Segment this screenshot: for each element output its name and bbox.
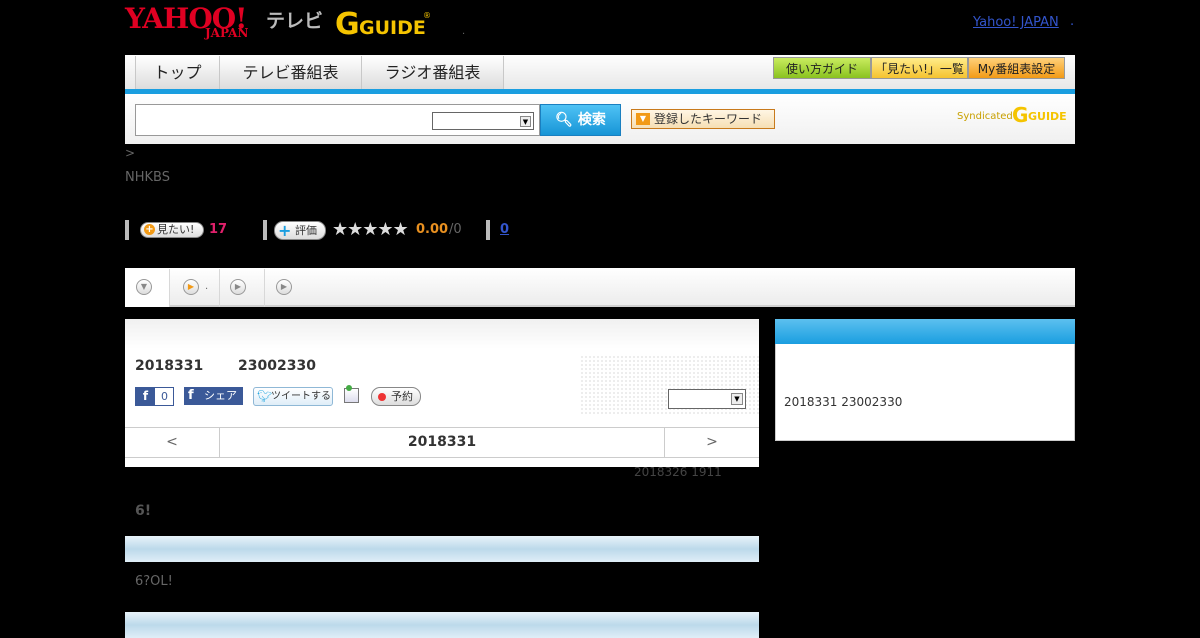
usage-guide-button[interactable]: 使い方ガイド <box>773 57 871 79</box>
tab-third[interactable]: ▶ <box>220 269 265 307</box>
nav-tab-top[interactable]: トップ <box>135 56 220 89</box>
plus-icon: + <box>144 224 155 235</box>
watchlist-button[interactable]: 「見たい!」一覧 <box>871 57 968 79</box>
chevron-down-icon: ▼ <box>731 393 743 405</box>
play-circle-icon: ▶ <box>230 279 246 295</box>
svg-text:G: G <box>335 7 360 40</box>
tab-fourth[interactable]: ▶ <box>265 269 310 307</box>
tab-second[interactable]: ▶ . <box>170 269 220 307</box>
next-date-button[interactable]: > <box>664 428 759 457</box>
tweet-label: ツイートする <box>271 391 331 402</box>
prev-date-button[interactable]: < <box>125 428 220 457</box>
related-info-header <box>775 319 1075 344</box>
triangle-down-icon: ▼ <box>636 113 650 125</box>
rating-stars: ★★★★★ <box>332 219 409 240</box>
tweet-button[interactable]: 🐦︎ ツイートする <box>253 387 333 406</box>
program-headline: 6! <box>135 503 152 519</box>
section-header-bar <box>125 612 759 638</box>
search-category-select[interactable]: ▼ <box>432 112 534 130</box>
svg-text:G: G <box>1012 103 1028 125</box>
header-link-dot: . <box>1070 14 1075 29</box>
rate-button[interactable]: + 評価 <box>274 221 326 240</box>
gguide-small-logo: G GUIDE <box>1012 103 1067 125</box>
plus-icon: + <box>278 221 292 240</box>
svg-text:GUIDE: GUIDE <box>1028 110 1067 123</box>
syndicated-label: Syndicated <box>957 111 1013 122</box>
rating-value: 0.00 <box>416 222 449 237</box>
facebook-icon: f <box>136 388 155 405</box>
record-dot-icon <box>378 393 386 401</box>
station-name: NHKBS <box>125 170 170 185</box>
play-circle-icon: ▶ <box>183 279 199 295</box>
calendar-add-icon[interactable] <box>344 385 359 403</box>
chevron-down-icon: ▼ <box>520 116 531 127</box>
record-reserve-button[interactable]: 予約 <box>371 387 421 406</box>
chevron-down-circle-icon: ▼ <box>136 279 152 295</box>
rating-count: /0 <box>449 222 462 237</box>
tab-dot: . <box>205 281 209 292</box>
yahoo-japan-logo-text: JAPAN <box>205 26 249 40</box>
stat-divider <box>263 220 267 240</box>
facebook-share-label: シェア <box>204 389 237 402</box>
play-circle-icon: ▶ <box>276 279 292 295</box>
stat-divider <box>486 220 490 240</box>
program-date: 2018331 <box>135 358 204 374</box>
facebook-like-button[interactable]: f 0 <box>135 387 174 406</box>
current-date: 2018331 <box>407 434 477 450</box>
yahoo-japan-link[interactable]: Yahoo! JAPAN <box>973 15 1059 30</box>
facebook-share-button[interactable]: f シェア <box>184 387 243 405</box>
stat-divider <box>125 220 129 240</box>
facebook-icon: f <box>188 388 194 403</box>
facebook-like-count: 0 <box>161 390 168 403</box>
breadcrumb[interactable]: > <box>125 146 135 160</box>
svg-text:®: ® <box>423 11 431 20</box>
my-listings-settings-button[interactable]: My番組表設定 <box>968 57 1065 79</box>
want-to-watch-label: 見たい! <box>157 223 195 236</box>
search-button[interactable]: 🔍︎ 検索 <box>540 104 621 136</box>
tab-details[interactable]: ▼ <box>125 269 170 307</box>
search-button-label: 検索 <box>577 112 606 128</box>
want-to-watch-count: 17 <box>209 222 228 237</box>
program-action-select[interactable]: ▼ <box>668 389 746 409</box>
rate-label: 評価 <box>295 224 317 237</box>
section-header-bar <box>125 536 759 562</box>
want-to-watch-button[interactable]: + 見たい! <box>140 222 204 238</box>
related-info-text: 2018331 23002330 <box>784 395 903 409</box>
tv-logo-text[interactable]: テレビ <box>266 6 323 33</box>
nav-tab-radio-listings[interactable]: ラジオ番組表 <box>362 56 504 89</box>
header-dot: . <box>462 26 466 37</box>
search-icon: 🔍︎ <box>555 112 573 128</box>
program-description: 6?OL! <box>135 574 173 589</box>
saved-keywords-button[interactable]: ▼ 登録したキーワード <box>631 109 775 129</box>
record-label: 予約 <box>391 390 413 403</box>
gguide-logo[interactable]: G GUIDE ® <box>335 6 431 40</box>
program-time: 23002330 <box>238 358 316 374</box>
twitter-bird-icon: 🐦︎ <box>257 389 273 403</box>
updated-timestamp: 2018326 1911 <box>634 465 722 479</box>
saved-keywords-label: 登録したキーワード <box>654 112 763 126</box>
svg-text:GUIDE: GUIDE <box>359 17 426 39</box>
nav-tab-tv-listings[interactable]: テレビ番組表 <box>220 56 362 89</box>
comment-count-link[interactable]: 0 <box>500 222 509 237</box>
